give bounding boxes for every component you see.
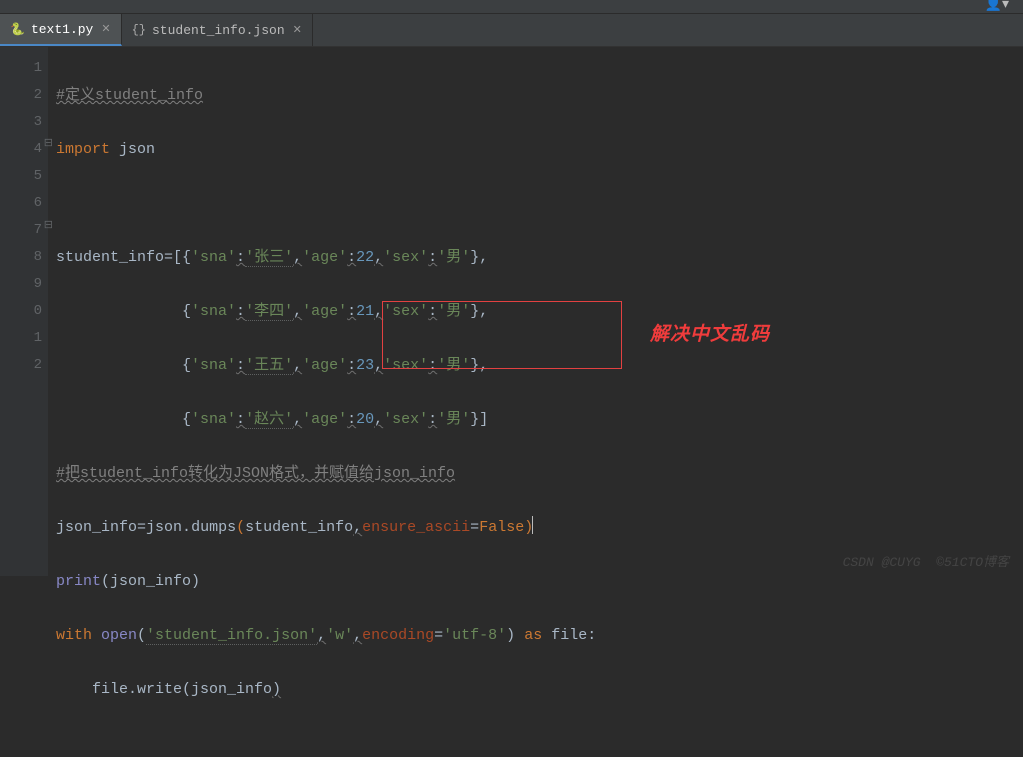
line-number: 1	[0, 55, 42, 82]
line-number: 3	[0, 109, 42, 136]
tab-student-info-json[interactable]: {} student_info.json ✕	[122, 14, 313, 46]
gutter: 1 2 3 4 5 6 7 8 9 0 1 2 ⊟ ⊟	[0, 47, 48, 576]
annotation-text: 解决中文乱码	[650, 319, 770, 346]
tab-text1-py[interactable]: 🐍 text1.py ✕	[0, 14, 122, 46]
code-editor[interactable]: #定义student_info import json student_info…	[48, 47, 596, 576]
line-number: 8	[0, 244, 42, 271]
line-number: 5	[0, 163, 42, 190]
user-menu-icon[interactable]: 👤▾	[985, 0, 1009, 13]
close-icon[interactable]: ✕	[101, 22, 110, 36]
python-icon: 🐍	[10, 22, 25, 37]
json-icon: {}	[132, 23, 146, 37]
close-icon[interactable]: ✕	[293, 23, 302, 37]
comment: #把student_info转化为JSON格式，并赋值给json_info	[56, 465, 455, 482]
line-number: 1	[0, 325, 42, 352]
editor-tab-bar: 🐍 text1.py ✕ {} student_info.json ✕	[0, 14, 1023, 47]
line-number: 7	[0, 217, 42, 244]
comment: #定义student_info	[56, 87, 203, 104]
line-number: 9	[0, 271, 42, 298]
kw-import: import	[56, 141, 119, 158]
line-number: 4	[0, 136, 42, 163]
text-caret	[532, 516, 533, 534]
line-number: 6	[0, 190, 42, 217]
line-number: 2	[0, 352, 42, 379]
module-name: json	[119, 141, 155, 158]
watermark: CSDN @CUYG ©51CTO博客	[843, 551, 1009, 570]
tab-label: text1.py	[31, 22, 93, 37]
line-number: 2	[0, 82, 42, 109]
editor-area: 1 2 3 4 5 6 7 8 9 0 1 2 ⊟ ⊟ #定义student_i…	[0, 47, 1023, 576]
code-text: student_info=[{	[56, 249, 191, 266]
tab-label: student_info.json	[152, 23, 285, 38]
line-number: 0	[0, 298, 42, 325]
top-toolbar: 👤▾	[0, 0, 1023, 14]
